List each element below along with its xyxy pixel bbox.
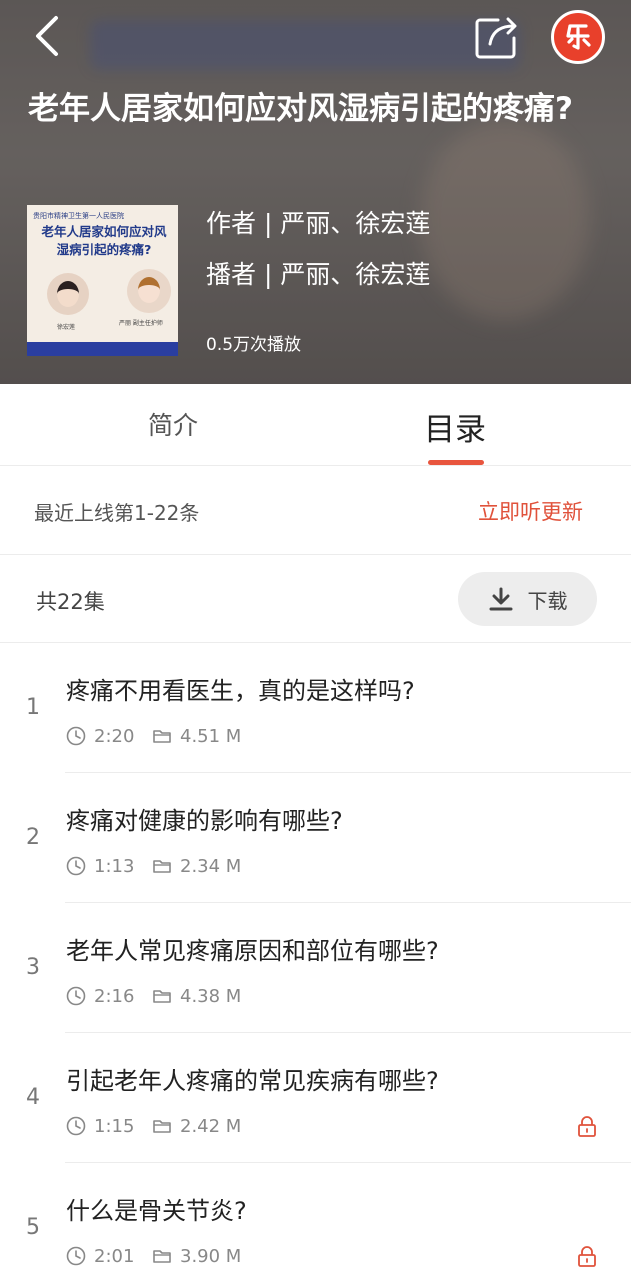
episode-meta: 1:13 2.34 M	[66, 854, 241, 878]
episode-title: 老年人常见疼痛原因和部位有哪些?	[66, 937, 439, 965]
episode-meta: 2:01 3.90 M	[66, 1244, 241, 1268]
list-item[interactable]: 1 疼痛不用看医生，真的是这样吗? 2:20 4.51 M	[0, 643, 631, 773]
clock-icon	[66, 1246, 86, 1266]
episode-size: 4.51 M	[180, 725, 242, 747]
episode-number: 4	[26, 1085, 40, 1110]
episode-duration: 2:01	[94, 1245, 135, 1267]
episode-count-bar: 共22集 下载	[0, 556, 631, 643]
album-cover[interactable]: 贵阳市精神卫生第一人民医院 老年人居家如何应对风湿病引起的疼痛? 徐宏莲 严丽 …	[27, 205, 178, 356]
cover-name-label: 徐宏莲	[57, 324, 76, 331]
clock-icon	[66, 986, 86, 1006]
album-header: 老年人居家如何应对风湿病引起的疼痛? 贵阳市精神卫生第一人民医院 老年人居家如何…	[0, 0, 631, 384]
episode-size: 4.38 M	[180, 985, 242, 1007]
folder-icon	[153, 860, 171, 873]
play-count: 0.5万次播放	[206, 335, 302, 355]
brand-logo-icon	[566, 24, 591, 50]
episode-size: 3.90 M	[180, 1245, 242, 1267]
episode-duration: 1:15	[94, 1115, 135, 1137]
download-label: 下载	[527, 588, 568, 613]
tab-bar: 简介 目录	[0, 384, 631, 466]
active-tab-indicator	[428, 460, 484, 465]
cover-portrait	[47, 273, 89, 315]
chevron-left-icon	[36, 16, 58, 56]
list-item[interactable]: 2 疼痛对健康的影响有哪些? 1:13 2.34 M	[0, 773, 631, 903]
episode-size: 2.42 M	[180, 1115, 242, 1137]
episode-title: 疼痛对健康的影响有哪些?	[66, 807, 343, 835]
clock-icon	[66, 1116, 86, 1136]
back-button[interactable]	[28, 12, 72, 60]
episode-size: 2.34 M	[180, 855, 242, 877]
folder-icon	[153, 730, 171, 743]
episode-title: 疼痛不用看医生，真的是这样吗?	[66, 677, 415, 705]
author-line[interactable]: 作者 | 严丽、徐宏莲	[206, 204, 430, 240]
episode-duration: 2:16	[94, 985, 135, 1007]
brand-logo-button[interactable]	[551, 10, 605, 64]
clock-icon	[66, 856, 86, 876]
download-icon	[489, 587, 512, 611]
tab-contents[interactable]: 目录	[424, 404, 486, 449]
folder-icon	[153, 1120, 171, 1133]
share-icon	[475, 17, 517, 59]
cover-title-text: 老年人居家如何应对风湿病引起的疼痛?	[41, 224, 167, 257]
list-item[interactable]: 4 引起老年人疼痛的常见疾病有哪些? 1:15 2.42 M	[0, 1033, 631, 1163]
lock-icon	[578, 1116, 596, 1137]
episode-title: 什么是骨关节炎?	[66, 1197, 247, 1225]
episode-meta: 1:15 2.42 M	[66, 1114, 241, 1138]
episode-meta: 2:16 4.38 M	[66, 984, 241, 1008]
lock-icon	[578, 1246, 596, 1267]
recent-update-text: 最近上线第1-22条	[34, 501, 200, 525]
episode-number: 2	[26, 825, 40, 850]
download-button[interactable]: 下载	[458, 572, 597, 626]
episode-duration: 2:20	[94, 725, 135, 747]
narrator-line[interactable]: 播者 | 严丽、徐宏莲	[206, 255, 430, 291]
episode-meta: 2:20 4.51 M	[66, 724, 241, 748]
cover-bottom-bar	[27, 342, 178, 356]
cover-portrait	[127, 269, 171, 313]
episode-count: 共22集	[36, 590, 105, 614]
clock-icon	[66, 726, 86, 746]
listen-updates-link[interactable]: 立即听更新	[478, 496, 583, 526]
episode-number: 1	[26, 695, 40, 720]
album-title: 老年人居家如何应对风湿病引起的疼痛?	[28, 91, 573, 127]
share-button[interactable]	[474, 14, 520, 60]
list-item[interactable]: 3 老年人常见疼痛原因和部位有哪些? 2:16 4.38 M	[0, 903, 631, 1033]
update-bar: 最近上线第1-22条 立即听更新	[0, 467, 631, 555]
list-item[interactable]: 5 什么是骨关节炎? 2:01 3.90 M	[0, 1163, 631, 1280]
episode-number: 5	[26, 1215, 40, 1240]
folder-icon	[153, 1250, 171, 1263]
episode-duration: 1:13	[94, 855, 135, 877]
cover-org-text: 贵阳市精神卫生第一人民医院	[33, 212, 124, 220]
tab-intro[interactable]: 简介	[148, 406, 198, 442]
episode-title: 引起老年人疼痛的常见疾病有哪些?	[66, 1067, 439, 1095]
episode-number: 3	[26, 955, 40, 980]
cover-name-label: 严丽 副主任护师	[119, 320, 163, 327]
folder-icon	[153, 990, 171, 1003]
